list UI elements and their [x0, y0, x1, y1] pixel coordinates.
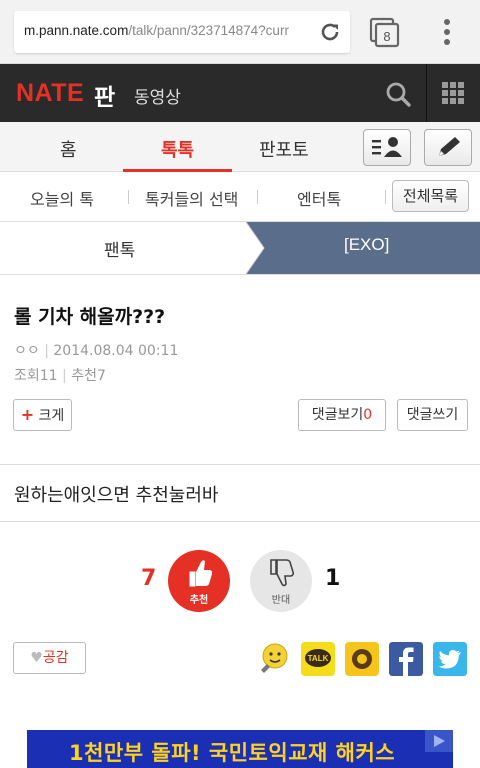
post-author: ㅇㅇ — [14, 343, 40, 359]
breadcrumb: 팬톡 [EXO] — [0, 222, 480, 274]
ad-banner[interactable]: 1천만부 돌파! 국민토익교재 해커스 — [27, 730, 453, 768]
breadcrumb-exo[interactable]: [EXO] — [344, 235, 389, 255]
post-header: 롤 기차 해올까??? ㅇㅇ | 2014.08.04 00:11 조회11 |… — [0, 274, 480, 464]
all-list-button[interactable]: 전체목록 — [392, 180, 469, 212]
search-icon[interactable] — [385, 81, 411, 107]
reload-icon[interactable] — [318, 20, 342, 44]
twitter-icon[interactable] — [433, 642, 467, 676]
empathy-button[interactable]: ♥공감 — [13, 642, 86, 674]
my-page-button[interactable] — [363, 129, 411, 166]
font-size-button[interactable]: + 크게 — [13, 399, 72, 431]
post-views: 조회11 — [14, 368, 58, 384]
post-meta: ㅇㅇ | 2014.08.04 00:11 — [14, 343, 179, 359]
subtab-divider — [385, 190, 386, 204]
tab-toktok[interactable]: 톡톡 — [161, 136, 194, 162]
recommend-count: 7 — [141, 566, 157, 591]
ad-text: 1천만부 돌파! 국민토익교재 해커스 — [69, 741, 396, 765]
header-divider — [426, 64, 427, 122]
person-list-icon — [372, 137, 402, 157]
recommend-button[interactable]: 추천 — [168, 550, 230, 612]
svg-text:TALK: TALK — [308, 654, 329, 663]
nate-logo[interactable]: NATE — [16, 79, 84, 108]
post-body: 원하는애잇으면 추천눌러바 — [0, 464, 480, 522]
heart-icon: ♥ — [30, 650, 43, 666]
tab-count: 8 — [383, 29, 390, 44]
breadcrumb-fantalk[interactable]: 팬톡 — [104, 236, 135, 261]
thumbs-up-icon — [189, 560, 213, 587]
sub-tabs: 오늘의 톡 톡커들의 선택 엔터톡 전체목록 — [0, 172, 480, 222]
overflow-menu-icon[interactable] — [437, 16, 457, 48]
kakaotalk-icon[interactable]: TALK — [301, 642, 335, 676]
write-comment-button[interactable]: 댓글쓰기 — [397, 399, 468, 431]
breadcrumb-background — [0, 222, 480, 274]
tab-pann-photo[interactable]: 판포토 — [259, 136, 309, 162]
post-stats: 조회11 | 추천7 — [14, 368, 106, 384]
site-header: NATE 판 동영상 — [0, 64, 480, 122]
url-text[interactable]: m.pann.nate.com/talk/pann/323714874?curr — [24, 23, 306, 38]
subtab-divider — [128, 190, 129, 204]
ad-choices-icon[interactable] — [425, 730, 453, 752]
main-tabs: 홈 톡톡 판포토 — [0, 122, 480, 172]
tab-home[interactable]: 홈 — [60, 136, 77, 162]
apps-grid-icon[interactable] — [442, 82, 464, 104]
oppose-count: 1 — [325, 566, 341, 591]
tabs-icon[interactable]: 8 — [368, 16, 400, 48]
browser-toolbar: m.pann.nate.com/talk/pann/323714874?curr… — [0, 0, 480, 64]
thumbs-down-icon — [270, 559, 295, 587]
video-link[interactable]: 동영상 — [134, 83, 181, 108]
write-button[interactable] — [424, 129, 472, 166]
subtab-divider — [257, 190, 258, 204]
subtab-entertalk[interactable]: 엔터톡 — [297, 186, 341, 210]
subtab-talker-choice[interactable]: 톡커들의 선택 — [145, 186, 238, 210]
pencil-icon — [439, 137, 460, 156]
subtab-today[interactable]: 오늘의 톡 — [30, 186, 94, 210]
vote-section: 7 추천 반대 1 — [0, 522, 480, 632]
kakaostory-icon[interactable] — [345, 642, 379, 676]
pann-logo[interactable]: 판 — [94, 78, 115, 112]
share-row: ♥공감 TALK — [0, 632, 480, 696]
post-title: 롤 기차 해올까??? — [14, 306, 166, 328]
plus-icon: + — [20, 405, 35, 424]
post-date: 2014.08.04 00:11 — [53, 343, 179, 359]
post-body-text: 원하는애잇으면 추천눌러바 — [14, 485, 219, 506]
emoticon-icon[interactable] — [257, 642, 291, 676]
post-recommends: 추천7 — [71, 368, 106, 384]
comment-count: 0 — [363, 407, 373, 423]
facebook-icon[interactable] — [389, 642, 423, 676]
view-comments-button[interactable]: 댓글보기0 — [298, 399, 386, 431]
address-bar[interactable]: m.pann.nate.com/talk/pann/323714874?curr — [14, 11, 350, 53]
oppose-button[interactable]: 반대 — [250, 550, 312, 612]
